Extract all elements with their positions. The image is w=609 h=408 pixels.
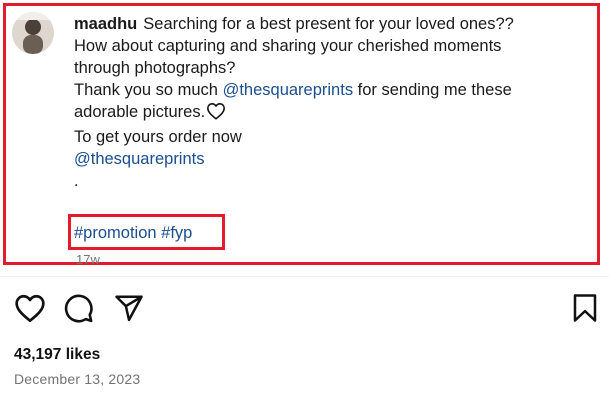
likes-count[interactable]: 43,197 likes — [14, 346, 100, 364]
mention-link[interactable]: @thesquareprints — [223, 81, 354, 99]
divider — [0, 276, 609, 277]
comment-button[interactable] — [63, 293, 94, 324]
caption: maadhu Searching for a best present for y… — [74, 13, 584, 192]
mention-link-2[interactable]: @thesquareprints — [74, 148, 584, 170]
like-button[interactable] — [14, 293, 46, 323]
heart-outline-icon — [14, 293, 46, 323]
hashtag-promotion[interactable]: #promotion — [74, 224, 157, 242]
caption-line-1: Searching for a best present for your lo… — [143, 15, 514, 33]
hashtag-fyp[interactable]: #fyp — [161, 224, 192, 242]
caption-line-4-start: Thank you so much — [74, 81, 223, 99]
hashtags: #promotion #fyp — [74, 222, 192, 244]
username[interactable]: maadhu — [74, 15, 137, 33]
instagram-post-detail: maadhu Searching for a best present for y… — [0, 0, 609, 408]
caption-line-2: How about capturing and sharing your che… — [74, 37, 502, 55]
heart-emoji-icon — [206, 102, 226, 126]
post-age: 17w — [76, 252, 100, 267]
caption-line-3: through photographs? — [74, 59, 236, 77]
share-button[interactable] — [114, 293, 144, 323]
avatar[interactable] — [12, 12, 54, 54]
post-date[interactable]: December 13, 2023 — [14, 371, 140, 387]
caption-line-5: adorable pictures. — [74, 103, 206, 121]
caption-line-4-end: for sending me these — [353, 81, 512, 99]
save-button[interactable] — [571, 293, 599, 323]
comment-bubble-icon — [63, 293, 94, 324]
paper-plane-icon — [114, 293, 144, 323]
caption-line-8: . — [74, 172, 79, 190]
caption-line-6: To get yours order now — [74, 128, 242, 146]
bookmark-icon — [571, 293, 599, 323]
